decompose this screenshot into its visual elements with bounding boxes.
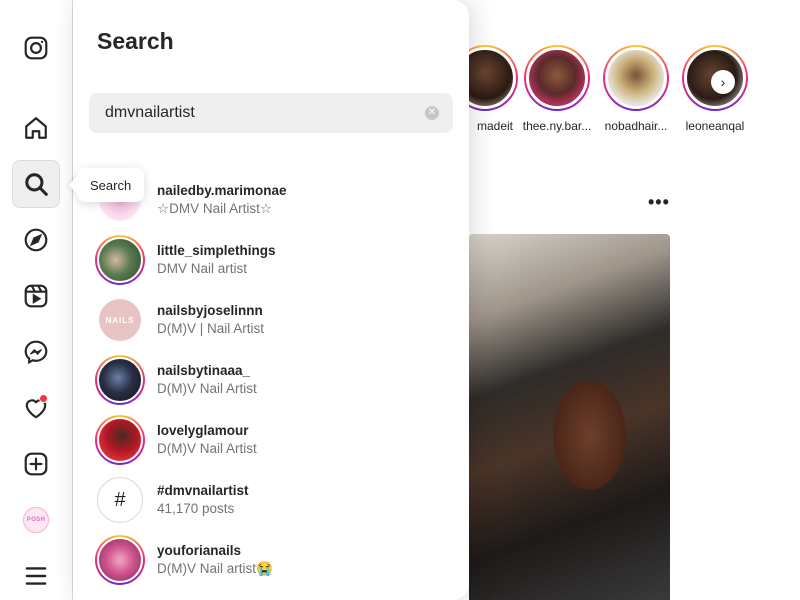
stories-tray: madeit thee.ny.bar... nobadhair... leone… (452, 45, 800, 145)
avatar: # (95, 475, 145, 525)
result-subtitle: D(M)V Nail Artist (157, 441, 257, 456)
result-username: youforianails (157, 543, 242, 558)
explore-icon (24, 228, 48, 252)
result-subtitle: D(M)V Nail artist😭 (157, 561, 273, 576)
instagram-logo-icon (24, 36, 48, 60)
result-username: nailsbyjoselinnn (157, 303, 263, 318)
avatar (95, 415, 145, 465)
search-icon (25, 173, 48, 196)
result-post-count: 41,170 posts (157, 501, 235, 516)
panel-title: Search (97, 28, 174, 54)
result-username: nailedby.marimonae (157, 183, 287, 198)
search-panel: Search ✕ nailedby.marimonae ☆DMV Nail Ar… (73, 0, 469, 600)
nav-reels[interactable] (12, 272, 60, 320)
search-tooltip: Search (77, 168, 145, 202)
create-icon (24, 452, 48, 476)
story-ring (603, 45, 669, 111)
sidebar-nav: POSH (0, 0, 73, 600)
post-image[interactable] (469, 234, 670, 600)
result-text: little_simplethings DMV Nail artist (157, 242, 276, 278)
nav-profile[interactable]: POSH (12, 496, 60, 544)
close-circle-icon[interactable]: ✕ (425, 106, 439, 120)
result-text: nailsbyjoselinnn D(M)V | Nail Artist (157, 302, 264, 338)
search-result[interactable]: NAILS nailsbyjoselinnn D(M)V | Nail Arti… (73, 290, 469, 350)
search-result[interactable]: # #dmvnailartist 41,170 posts (73, 470, 469, 530)
avatar (95, 235, 145, 285)
instagram-logo[interactable] (12, 24, 60, 72)
avatar-image (97, 417, 143, 463)
nav-home[interactable] (12, 104, 60, 152)
nav-messages[interactable] (12, 328, 60, 376)
notification-dot (39, 394, 48, 403)
hashtag-icon: # (97, 477, 143, 523)
profile-avatar: POSH (23, 507, 49, 533)
result-username: little_simplethings (157, 243, 276, 258)
result-username: nailsbytinaaa_ (157, 363, 251, 378)
result-text: nailsbytinaaa_ D(M)V Nail Artist (157, 362, 257, 398)
result-text: youforianails D(M)V Nail artist😭 (157, 542, 273, 578)
post-more-button[interactable]: ••• (648, 192, 670, 213)
result-text: lovelyglamour D(M)V Nail Artist (157, 422, 257, 458)
search-result[interactable]: little_simplethings DMV Nail artist (73, 230, 469, 290)
story-ring (524, 45, 590, 111)
story-username: leoneanqal (685, 119, 745, 133)
result-hashtag: #dmvnailartist (157, 483, 249, 498)
avatar: NAILS (95, 295, 145, 345)
avatar-image (97, 357, 143, 403)
nav-more[interactable] (12, 552, 60, 600)
result-text: #dmvnailartist 41,170 posts (157, 482, 249, 518)
search-box: ✕ (89, 93, 453, 133)
nav-explore[interactable] (12, 216, 60, 264)
stories-next-button[interactable]: › (711, 70, 735, 94)
menu-icon (25, 567, 47, 585)
story-username: thee.ny.bar... (522, 119, 592, 133)
search-input[interactable] (105, 104, 405, 122)
avatar-image: NAILS (97, 297, 143, 343)
nav-create[interactable] (12, 440, 60, 488)
nav-notifications[interactable] (12, 384, 60, 432)
result-username: lovelyglamour (157, 423, 249, 438)
search-result[interactable]: lovelyglamour D(M)V Nail Artist (73, 410, 469, 470)
story-username: nobadhair... (604, 119, 668, 133)
avatar-image (97, 537, 143, 583)
result-subtitle: D(M)V | Nail Artist (157, 321, 265, 336)
avatar (95, 355, 145, 405)
search-result[interactable]: youforianails D(M)V Nail artist😭 (73, 530, 469, 590)
nav-search[interactable] (12, 160, 60, 208)
tooltip-text: Search (90, 177, 132, 193)
chevron-right-icon: › (720, 74, 726, 90)
messenger-icon (24, 340, 48, 365)
result-subtitle: DMV Nail artist (157, 261, 248, 276)
avatar (95, 535, 145, 585)
story-item[interactable]: thee.ny.bar... (517, 45, 597, 133)
story-avatar (526, 47, 588, 109)
home-icon (25, 117, 47, 139)
story-avatar (605, 47, 667, 109)
search-result[interactable]: nailsbytinaaa_ D(M)V Nail Artist (73, 350, 469, 410)
result-text: nailedby.marimonae ☆DMV Nail Artist☆ (157, 182, 287, 218)
reels-icon (24, 284, 48, 308)
avatar-image (97, 237, 143, 283)
result-subtitle: D(M)V Nail Artist (157, 381, 257, 396)
story-item[interactable]: nobadhair... (596, 45, 676, 133)
result-subtitle: ☆DMV Nail Artist☆ (157, 201, 272, 216)
